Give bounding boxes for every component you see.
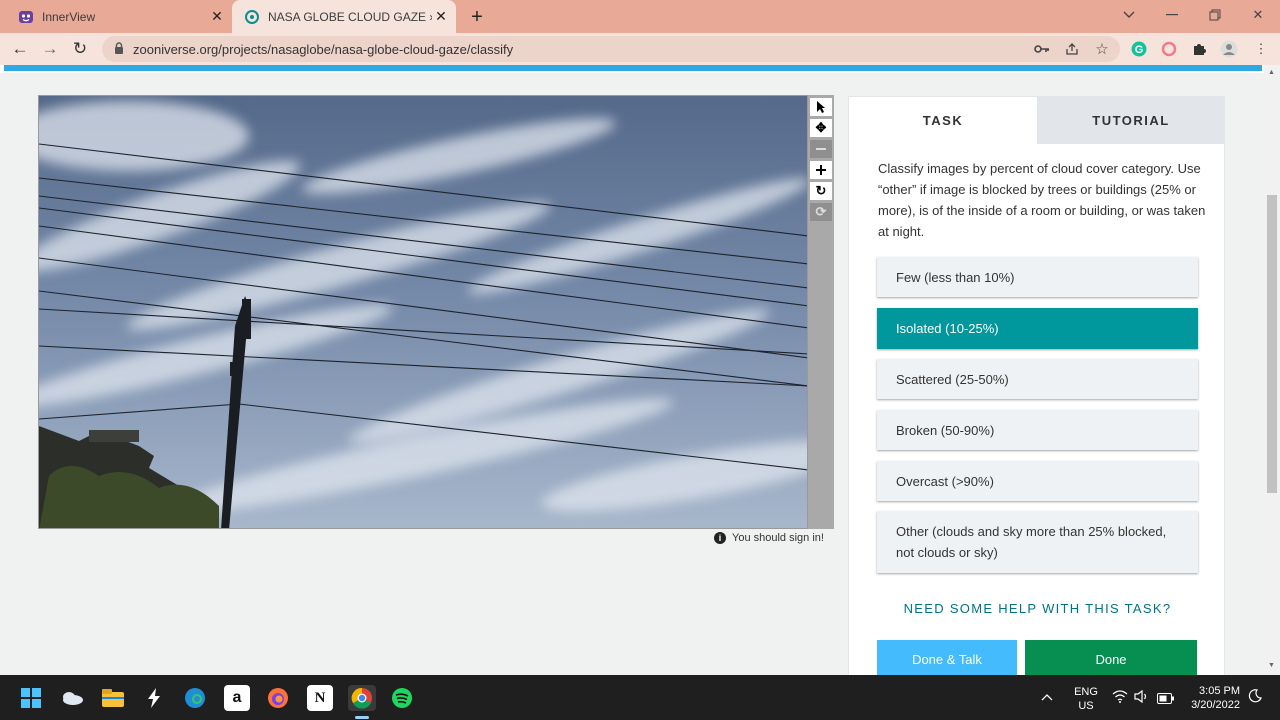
zooniverse-icon <box>244 9 260 25</box>
move-icon[interactable]: ✥ <box>810 119 832 137</box>
app-bolt-icon[interactable] <box>141 685 167 711</box>
answer-label: Few (less than 10%) <box>896 269 1015 285</box>
clock[interactable]: 3:05 PM 3/20/2022 <box>1184 684 1240 712</box>
sign-in-notice[interactable]: i You should sign in! <box>714 532 824 544</box>
notion-icon[interactable]: N <box>307 685 333 711</box>
restore-icon[interactable] <box>1203 4 1227 26</box>
taskbar: a N ENG US 3:05 PM 3/20/2022 <box>0 675 1280 720</box>
svg-text:G: G <box>1135 44 1144 56</box>
share-icon[interactable] <box>1062 40 1082 58</box>
extension-record-icon[interactable] <box>1159 40 1179 58</box>
tab-task[interactable]: TASK <box>849 97 1037 144</box>
volume-icon[interactable] <box>1134 689 1150 708</box>
zoom-out-icon[interactable] <box>810 140 832 158</box>
bookmark-star-icon[interactable]: ☆ <box>1092 40 1112 58</box>
profile-avatar-icon[interactable] <box>1219 40 1239 58</box>
tab-title: NASA GLOBE CLOUD GAZE » Cla <box>268 9 432 24</box>
address-bar[interactable]: zooniverse.org/projects/nasaglobe/nasa-g… <box>102 36 1120 62</box>
chrome-icon[interactable] <box>348 685 376 711</box>
page-scrollbar[interactable]: ▲ ▼ <box>1264 65 1280 675</box>
answer-other[interactable]: Other (clouds and sky more than 25% bloc… <box>877 511 1198 573</box>
answer-label: Overcast (>90%) <box>896 473 994 489</box>
scroll-down-icon[interactable]: ▼ <box>1268 662 1275 669</box>
close-tab-icon[interactable]: ✕ <box>432 8 450 26</box>
answer-broken[interactable]: Broken (50-90%) <box>877 410 1198 450</box>
tab-search-icon[interactable] <box>1117 4 1141 26</box>
task-instructions: Classify images by percent of cloud cove… <box>878 161 1206 239</box>
new-tab-icon[interactable]: + <box>466 6 488 28</box>
info-icon: i <box>714 532 726 544</box>
file-explorer-icon[interactable] <box>100 685 126 711</box>
onedrive-icon[interactable] <box>59 685 85 711</box>
menu-kebab-icon[interactable]: ⋮ <box>1251 40 1271 58</box>
help-link[interactable]: NEED SOME HELP WITH THIS TASK? <box>849 601 1226 616</box>
firefox-icon[interactable] <box>265 685 291 711</box>
answer-scattered[interactable]: Scattered (25-50%) <box>877 359 1198 399</box>
grammarly-icon[interactable]: G <box>1129 40 1149 58</box>
windows-start-icon[interactable] <box>18 685 44 711</box>
clock-date: 3/20/2022 <box>1191 699 1240 711</box>
innerview-icon <box>18 9 34 25</box>
task-panel: TASK TUTORIAL Classify images by percent… <box>848 96 1225 686</box>
chevron-up-icon[interactable] <box>1041 688 1053 704</box>
wifi-icon[interactable] <box>1112 690 1128 708</box>
tab-strip: InnerView ✕ NASA GLOBE CLOUD GAZE » Cla … <box>0 0 1280 33</box>
done-and-talk-button[interactable]: Done & Talk <box>877 640 1017 678</box>
subject-image[interactable] <box>38 95 808 529</box>
key-icon[interactable] <box>1032 40 1052 58</box>
answer-label: Scattered (25-50%) <box>896 371 1009 387</box>
rotate-icon[interactable]: ↻ <box>810 182 832 200</box>
notifications-moon-icon[interactable] <box>1248 689 1262 708</box>
region-code: US <box>1078 700 1094 712</box>
browser-toolbar: ← → ↻ zooniverse.org/projects/nasaglobe/… <box>0 33 1280 65</box>
reload-icon[interactable]: ↻ <box>68 38 92 60</box>
forward-icon[interactable]: → <box>38 38 62 60</box>
answer-label: Isolated (10-25%) <box>896 321 999 336</box>
answer-few[interactable]: Few (less than 10%) <box>877 257 1198 297</box>
tab-title: InnerView <box>42 9 96 24</box>
active-app-indicator <box>355 716 369 719</box>
close-tab-icon[interactable]: ✕ <box>208 8 226 26</box>
tab-cloud-gaze[interactable]: NASA GLOBE CLOUD GAZE » Cla ✕ <box>232 0 456 33</box>
clock-time: 3:05 PM <box>1199 685 1240 697</box>
extensions-puzzle-icon[interactable] <box>1189 40 1209 58</box>
minimize-icon[interactable] <box>1160 4 1184 26</box>
back-icon[interactable]: ← <box>8 38 32 60</box>
edge-icon[interactable] <box>182 685 208 711</box>
language-indicator[interactable]: ENG US <box>1072 685 1100 713</box>
url-text: zooniverse.org/projects/nasaglobe/nasa-g… <box>133 42 514 57</box>
answer-isolated[interactable]: Isolated (10-25%) <box>877 308 1198 349</box>
reset-icon[interactable]: ⟳ <box>810 203 832 221</box>
zoom-in-icon[interactable] <box>810 161 832 179</box>
tab-tutorial[interactable]: TUTORIAL <box>1037 97 1225 144</box>
sign-in-text: You should sign in! <box>732 532 824 544</box>
sky-photo <box>39 96 807 528</box>
scrollbar-thumb[interactable] <box>1267 195 1277 493</box>
close-window-icon[interactable]: ✕ <box>1246 4 1270 26</box>
spotify-icon[interactable] <box>389 685 415 711</box>
pointer-icon[interactable] <box>810 98 832 116</box>
language-code: ENG <box>1074 686 1098 698</box>
answer-label: Broken (50-90%) <box>896 422 995 438</box>
tab-innerview[interactable]: InnerView ✕ <box>8 0 230 33</box>
answer-label: Other (clouds and sky more than 25% bloc… <box>896 524 1167 560</box>
scroll-up-icon[interactable]: ▲ <box>1268 69 1275 76</box>
done-button[interactable]: Done <box>1025 640 1197 678</box>
image-toolbar: ✥ ↻ ⟳ <box>808 95 834 529</box>
lock-icon <box>114 42 124 60</box>
battery-icon[interactable] <box>1157 691 1175 709</box>
amazon-icon[interactable]: a <box>224 685 250 711</box>
answer-overcast[interactable]: Overcast (>90%) <box>877 461 1198 501</box>
site-header-bar <box>0 65 1264 73</box>
